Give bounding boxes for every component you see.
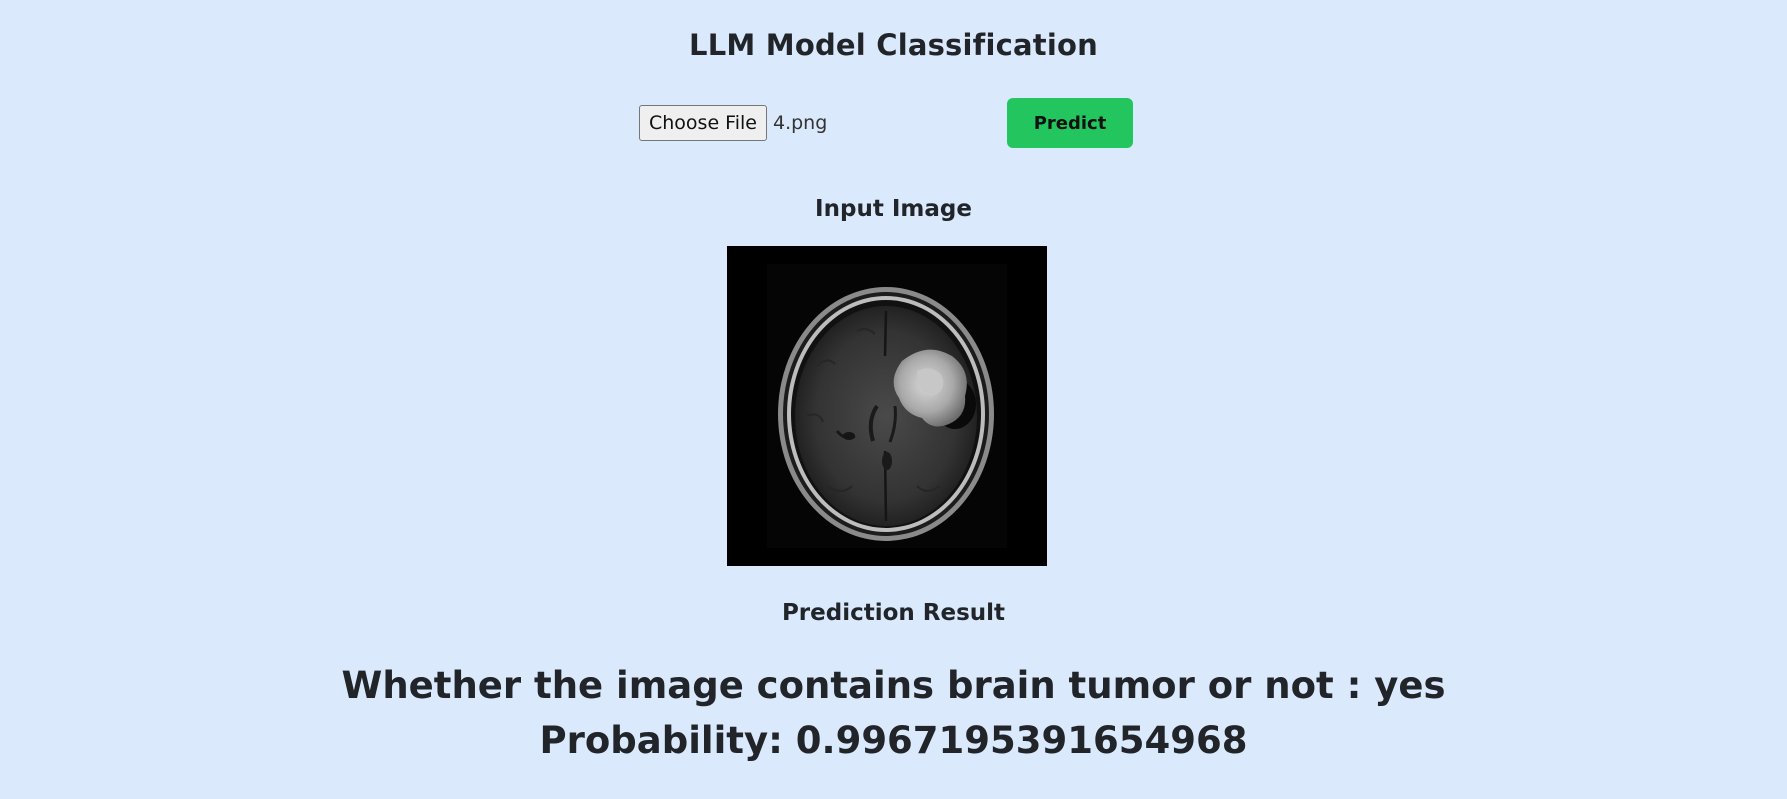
input-image-heading: Input Image bbox=[815, 196, 972, 222]
choose-file-button[interactable]: Choose File bbox=[639, 105, 767, 141]
prediction-result-heading: Prediction Result bbox=[781, 600, 1006, 626]
prediction-probability: Probability: 0.9967195391654968 bbox=[539, 719, 1248, 762]
selected-file-name: 4.png bbox=[772, 112, 828, 134]
file-chooser[interactable]: Choose File 4.png bbox=[639, 105, 827, 141]
brain-mri-image bbox=[727, 246, 1047, 566]
input-image bbox=[727, 246, 1047, 566]
predict-button[interactable]: Predict bbox=[1007, 98, 1133, 148]
prediction-answer: Whether the image contains brain tumor o… bbox=[341, 664, 1446, 707]
page-title: LLM Model Classification bbox=[689, 28, 1098, 62]
